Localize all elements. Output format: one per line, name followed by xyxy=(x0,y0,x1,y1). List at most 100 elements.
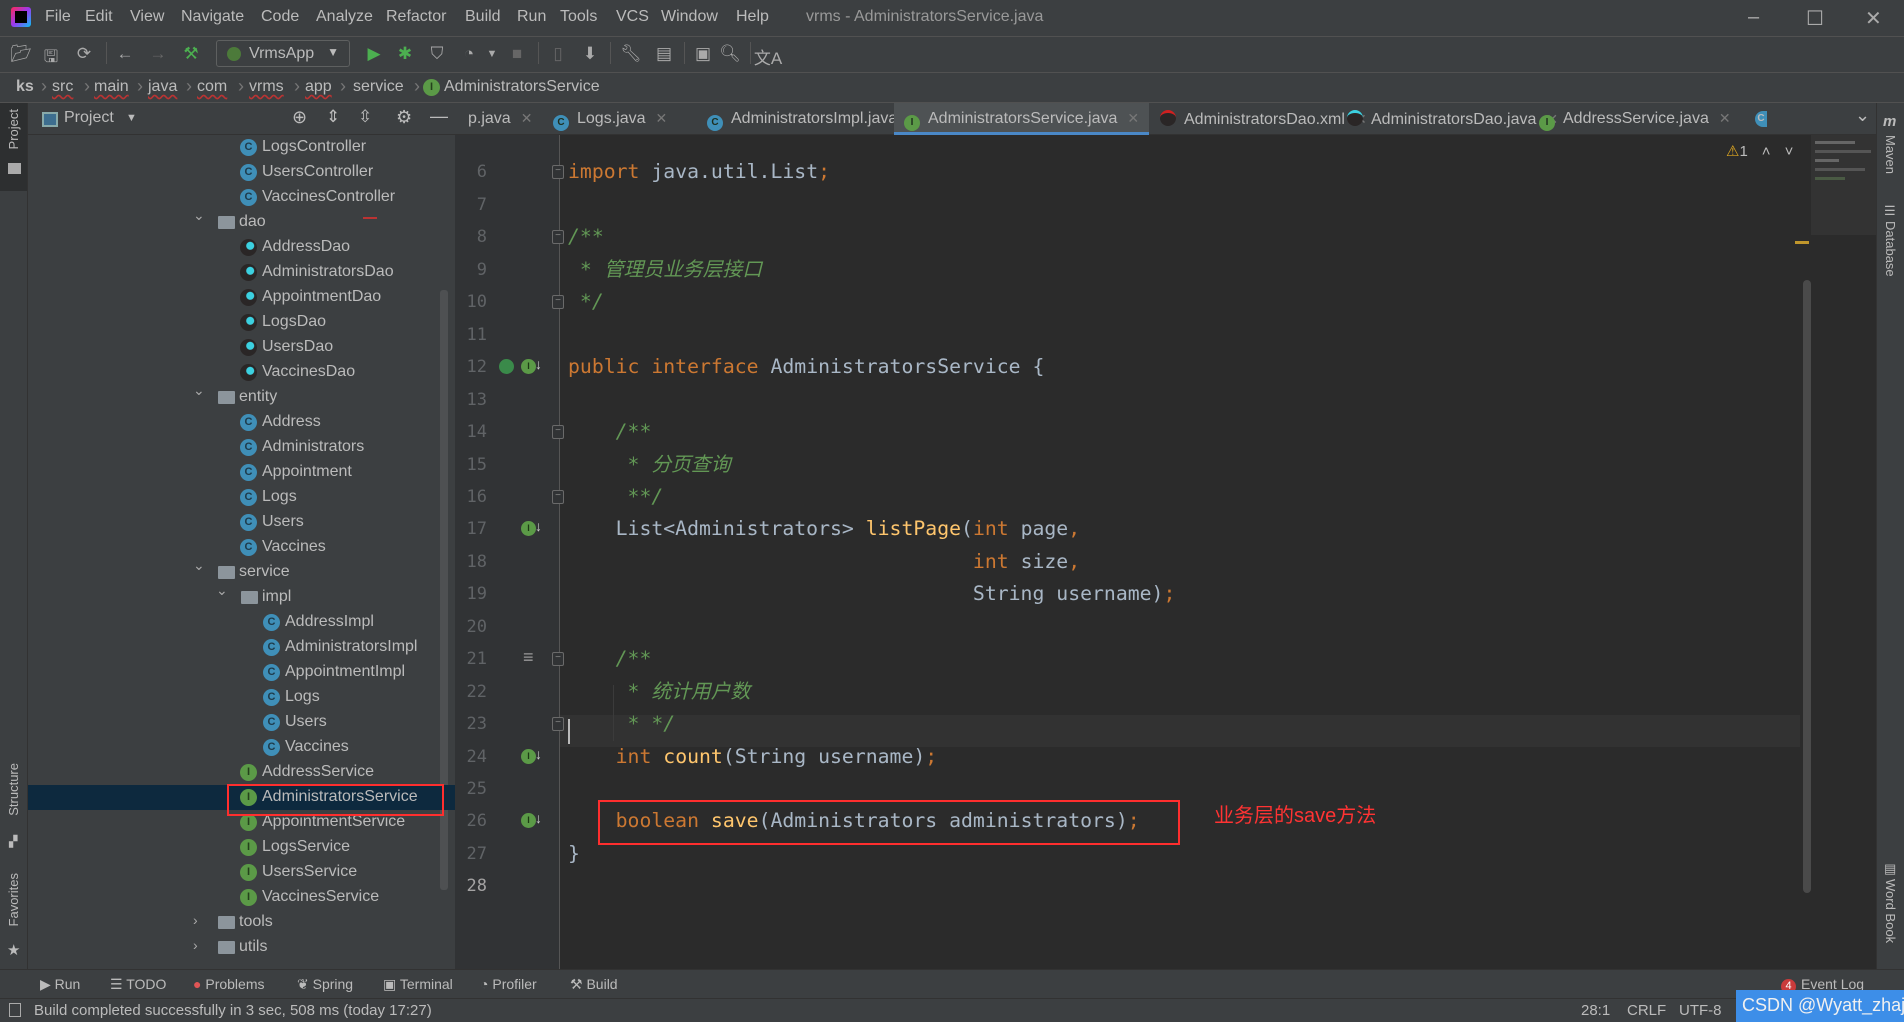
spring-tool-button[interactable]: ❦ Spring xyxy=(297,976,353,993)
tree-item[interactable]: C Vaccines xyxy=(28,535,455,560)
tree-item[interactable]: ⌄ dao xyxy=(28,207,455,235)
caret-position[interactable]: 28:1 xyxy=(1581,1002,1610,1019)
breadcrumb-ks[interactable]: ks xyxy=(16,78,34,96)
build-tool-button[interactable]: ⚒ Build xyxy=(570,976,618,993)
problems-tool-button[interactable]: ● Problems xyxy=(193,976,265,992)
tree-item[interactable]: C AppointmentImpl xyxy=(28,660,455,685)
tab-logs-java[interactable]: C Logs.java ✕ xyxy=(543,103,677,135)
collapse-all-icon[interactable]: ⇳ xyxy=(358,107,372,127)
chevron-down-icon[interactable]: ⌄ xyxy=(193,557,205,574)
terminal-tool-button[interactable]: ▣ Terminal xyxy=(383,976,453,993)
sync-icon[interactable]: ⟳ xyxy=(77,44,91,64)
fold-marker-icon[interactable]: − xyxy=(552,165,564,180)
tree-item[interactable]: C UsersController xyxy=(28,160,455,185)
close-tab-icon[interactable]: ✕ xyxy=(521,110,533,126)
database-tool-button[interactable]: ☰ Database xyxy=(1877,203,1904,293)
breadcrumb-src[interactable]: src xyxy=(52,78,73,96)
tree-item[interactable]: AppointmentDao xyxy=(28,285,455,310)
status-message[interactable]: Build completed successfully in 3 sec, 5… xyxy=(34,1002,432,1019)
tree-item[interactable]: I AddressService xyxy=(28,760,455,785)
breadcrumb-java[interactable]: java xyxy=(148,78,177,96)
tree-item[interactable]: C Logs xyxy=(28,685,455,710)
line-separator[interactable]: CRLF xyxy=(1627,1002,1666,1019)
breadcrumb-vrms[interactable]: vrms xyxy=(249,78,284,96)
forward-icon[interactable]: → xyxy=(150,44,167,64)
fold-marker-icon[interactable]: − xyxy=(552,425,564,440)
tree-item[interactable]: C Administrators xyxy=(28,435,455,460)
previous-highlight-icon[interactable]: ˄ xyxy=(1762,143,1771,160)
tree-item[interactable]: › tools xyxy=(28,910,455,935)
tree-item[interactable]: C Users xyxy=(28,510,455,535)
menu-vcs[interactable]: VCS xyxy=(616,8,649,26)
menu-navigate[interactable]: Navigate xyxy=(181,8,244,26)
tab-addressservice-java[interactable]: I AddressService.java ✕ xyxy=(1529,103,1741,135)
word-book-tool-button[interactable]: ▤ Word Book xyxy=(1877,861,1904,961)
chevron-down-icon[interactable]: ▼ xyxy=(487,48,498,60)
tree-item[interactable]: ⌄ service xyxy=(28,557,455,585)
run-tool-button[interactable]: ▶ Run xyxy=(40,976,80,993)
menu-tools[interactable]: Tools xyxy=(560,8,597,26)
next-highlight-icon[interactable]: ˅ xyxy=(1785,143,1794,160)
close-icon[interactable]: ✕ xyxy=(1865,6,1882,31)
tree-item[interactable]: I UsersService xyxy=(28,860,455,885)
tree-item[interactable]: AdministratorsDao xyxy=(28,260,455,285)
menu-build[interactable]: Build xyxy=(465,8,501,26)
class-icon[interactable]: C xyxy=(1755,111,1767,127)
fold-marker-icon[interactable]: − xyxy=(552,652,564,667)
fold-marker-icon[interactable]: − xyxy=(552,489,564,504)
build-hammer-icon[interactable]: ⚒ xyxy=(183,44,198,64)
tree-item[interactable]: C Address xyxy=(28,410,455,435)
tree-item[interactable]: AddressDao xyxy=(28,235,455,260)
tree-item[interactable]: C VaccinesController xyxy=(28,185,455,210)
chevron-down-icon[interactable]: ⌄ xyxy=(193,207,205,224)
menu-file[interactable]: File xyxy=(45,8,71,26)
hide-icon[interactable]: — xyxy=(430,106,448,127)
stop-icon[interactable]: ■ xyxy=(512,44,522,64)
editor-scrollbar[interactable] xyxy=(1803,280,1811,893)
back-icon[interactable]: ← xyxy=(117,44,134,64)
structure-tool-button[interactable]: Structure ▞ xyxy=(0,763,27,853)
close-tab-icon[interactable]: ✕ xyxy=(656,110,668,126)
project-view-dropdown[interactable]: Project xyxy=(64,109,114,127)
breadcrumb-main[interactable]: main xyxy=(94,78,129,96)
profiler-tool-button[interactable]: ◔ Profiler xyxy=(480,976,537,992)
breadcrumb-file[interactable]: AdministratorsService xyxy=(444,78,600,96)
tree-item[interactable]: UsersDao xyxy=(28,335,455,360)
chevron-right-icon[interactable]: › xyxy=(193,912,198,928)
fold-marker-icon[interactable]: − xyxy=(552,717,564,732)
structure-icon[interactable]: ≡ xyxy=(523,647,534,668)
tab-administratorsservice-java[interactable]: I AdministratorsService.java ✕ xyxy=(894,103,1150,135)
chevron-down-icon[interactable]: ⌄ xyxy=(193,382,205,399)
maven-tool-button[interactable]: m Maven xyxy=(1877,113,1904,183)
profile-icon[interactable]: ◔ xyxy=(464,44,474,64)
fold-marker-icon[interactable]: − xyxy=(552,230,564,245)
tabs-overflow-chevron-icon[interactable]: ⌄ xyxy=(1855,105,1870,126)
menu-edit[interactable]: Edit xyxy=(85,8,113,26)
breadcrumb-service[interactable]: service xyxy=(353,78,404,96)
menu-view[interactable]: View xyxy=(130,8,164,26)
minimize-icon[interactable]: – xyxy=(1748,6,1759,29)
expand-all-icon[interactable]: ⇕ xyxy=(326,107,340,127)
tree-item[interactable]: › utils xyxy=(28,935,455,960)
implemented-interface-icon[interactable]: I xyxy=(521,748,536,764)
translate-icon[interactable]: 文A xyxy=(754,44,782,69)
menu-window[interactable]: Window xyxy=(661,8,718,26)
tree-item[interactable]: C LogsController xyxy=(28,135,455,160)
menu-code[interactable]: Code xyxy=(261,8,299,26)
tree-item[interactable]: C Users xyxy=(28,710,455,735)
maximize-icon[interactable]: ☐ xyxy=(1806,6,1824,31)
project-tool-button[interactable]: Project xyxy=(0,103,27,191)
menu-run[interactable]: Run xyxy=(517,8,546,26)
tree-item[interactable]: C AddressImpl xyxy=(28,610,455,635)
inspection-widget[interactable]: ⚠1 ˄ ˅ xyxy=(1726,142,1793,160)
tree-item[interactable]: I LogsService xyxy=(28,835,455,860)
coverage-icon[interactable]: ⛉ xyxy=(431,44,444,64)
tree-item[interactable]: ⌄ impl xyxy=(28,582,455,610)
chevron-down-icon[interactable]: ▼ xyxy=(126,112,137,124)
tree-item[interactable]: C Appointment xyxy=(28,460,455,485)
update-icon[interactable]: ⬇ xyxy=(583,44,597,64)
menu-refactor[interactable]: Refactor xyxy=(386,8,446,26)
project-structure-icon[interactable]: ▤ xyxy=(656,44,672,64)
tree-item[interactable]: C Logs xyxy=(28,485,455,510)
tree-item[interactable]: VaccinesDao xyxy=(28,360,455,385)
